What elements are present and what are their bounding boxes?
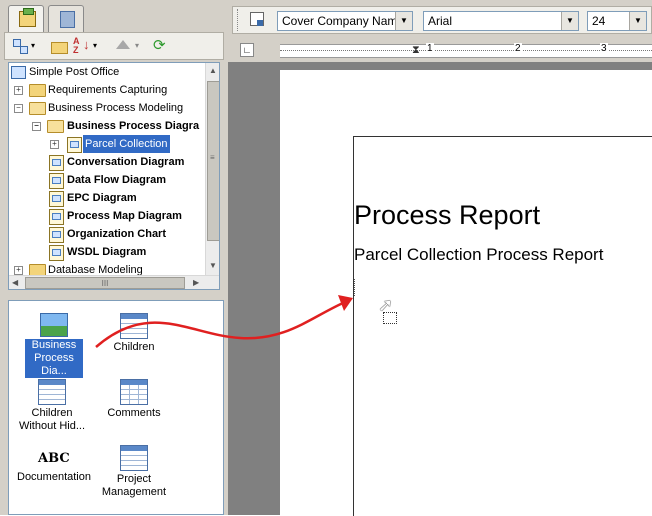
drag-arrow-overlay: [95, 295, 353, 348]
drag-arrow: [95, 301, 344, 348]
